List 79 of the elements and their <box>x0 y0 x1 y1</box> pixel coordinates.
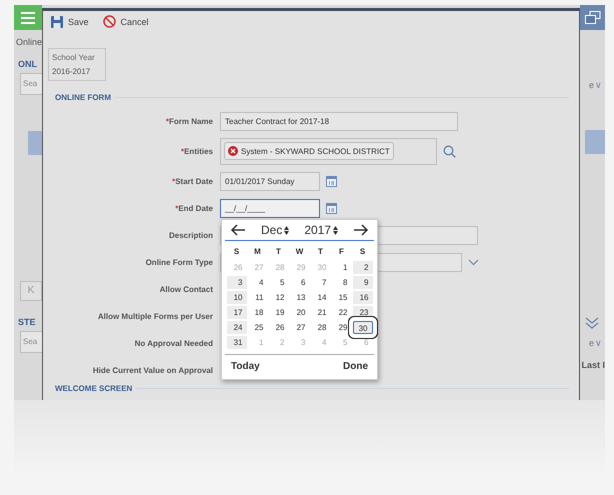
cancel-button[interactable]: Cancel <box>102 15 149 28</box>
today-button[interactable]: Today <box>231 361 260 372</box>
day-cell[interactable]: 11 <box>248 291 268 304</box>
day-cell[interactable]: 31 <box>226 336 246 349</box>
date-field[interactable]: 01/01/2017 Sunday <box>220 172 320 191</box>
day-cell[interactable]: 4 <box>248 276 268 289</box>
day-cell[interactable]: 1 <box>332 261 352 274</box>
field-label: *Start Date <box>171 176 213 188</box>
double-chevron-icon[interactable] <box>585 316 599 330</box>
day-cell[interactable]: 2 <box>352 261 372 274</box>
day-cell[interactable]: 25 <box>248 321 268 334</box>
school-year-value: 2016-2017 <box>52 67 92 76</box>
weekday-label: S <box>232 246 240 258</box>
day-cell[interactable]: 12 <box>268 291 288 304</box>
prohibited-icon <box>102 15 116 28</box>
weekday-label: S <box>358 246 366 258</box>
field-label: Hide Current Value on Approval <box>92 365 213 377</box>
field-label: Allow Contact <box>158 284 213 296</box>
weekday-label: T <box>317 246 324 258</box>
field-label: Allow Multiple Forms per User <box>96 311 213 323</box>
day-cell[interactable]: 10 <box>226 291 246 304</box>
day-cell[interactable]: 28 <box>310 321 330 334</box>
date-field[interactable]: __/__/____ <box>220 199 320 218</box>
breadcrumb-text: Online <box>15 36 42 49</box>
day-cell[interactable]: 17 <box>226 306 246 319</box>
calendar-icon[interactable] <box>326 176 337 187</box>
school-year-label: School Year <box>52 53 96 62</box>
year-select[interactable]: 2017 <box>304 223 338 237</box>
spinner-arrows-icon[interactable] <box>284 226 290 236</box>
day-cell[interactable]: 19 <box>268 306 288 319</box>
weekday-label: W <box>294 246 304 258</box>
day-cell[interactable]: 26 <box>268 321 288 334</box>
menu-icon <box>21 12 35 24</box>
day-cell[interactable]: 6 <box>290 276 310 289</box>
arrow-left-icon[interactable] <box>230 224 246 236</box>
day-cell[interactable]: 14 <box>310 291 330 304</box>
section-heading: ONL <box>17 58 38 69</box>
day-cell[interactable]: 22 <box>332 306 352 319</box>
field-label: *Entities <box>180 146 213 158</box>
day-cell[interactable]: 18 <box>248 306 268 319</box>
section-heading: STE <box>17 316 37 327</box>
section-title: ONLINE FORM <box>55 93 111 102</box>
search-icon[interactable] <box>443 145 456 158</box>
spinner-arrows-icon[interactable] <box>333 226 338 236</box>
menu-button[interactable] <box>14 5 42 30</box>
done-button[interactable]: Done <box>343 361 368 372</box>
weekday-label: T <box>275 246 282 258</box>
day-cell[interactable]: 20 <box>290 306 310 319</box>
day-cell[interactable]: 5 <box>268 276 288 289</box>
entities-field[interactable]: System - SKYWARD SCHOOL DISTRICT <box>220 138 437 165</box>
day-cell[interactable]: 21 <box>310 306 330 319</box>
day-cell[interactable]: 15 <box>332 291 352 304</box>
section-title: WELCOME SCREEN <box>55 384 132 393</box>
day-cell[interactable]: 13 <box>290 291 310 304</box>
day-cell[interactable]: 9 <box>352 276 372 289</box>
chevron-down-icon[interactable] <box>468 259 479 266</box>
day-cell[interactable]: 16 <box>352 291 372 304</box>
column-header: Last I <box>581 360 605 370</box>
weekday-label: M <box>253 246 262 258</box>
arrow-right-icon[interactable] <box>353 224 369 236</box>
field-label: *End Date <box>174 203 213 215</box>
day-cell[interactable]: 27 <box>290 321 310 334</box>
field-label: Description <box>168 230 213 242</box>
day-cell[interactable]: 8 <box>332 276 352 289</box>
field-label: *Form Name <box>164 116 213 128</box>
entity-chip[interactable]: System - SKYWARD SCHOOL DISTRICT <box>224 142 394 160</box>
remove-icon[interactable] <box>228 146 238 156</box>
text-field[interactable]: Teacher Contract for 2017-18 <box>220 112 458 131</box>
day-cell[interactable]: 3 <box>226 276 246 289</box>
field-label: No Approval Needed <box>134 338 213 350</box>
calendar-icon[interactable] <box>326 203 337 214</box>
day-cell[interactable]: 7 <box>310 276 330 289</box>
weekday-label: F <box>338 246 345 258</box>
save-button[interactable]: Save <box>51 15 89 28</box>
day-cell[interactable]: 24 <box>226 321 246 334</box>
field-label: Online Form Type <box>144 257 213 269</box>
day-cell[interactable]: 29 <box>332 321 352 334</box>
restore-window-icon[interactable] <box>584 11 600 24</box>
month-select[interactable]: Dec <box>260 223 290 237</box>
